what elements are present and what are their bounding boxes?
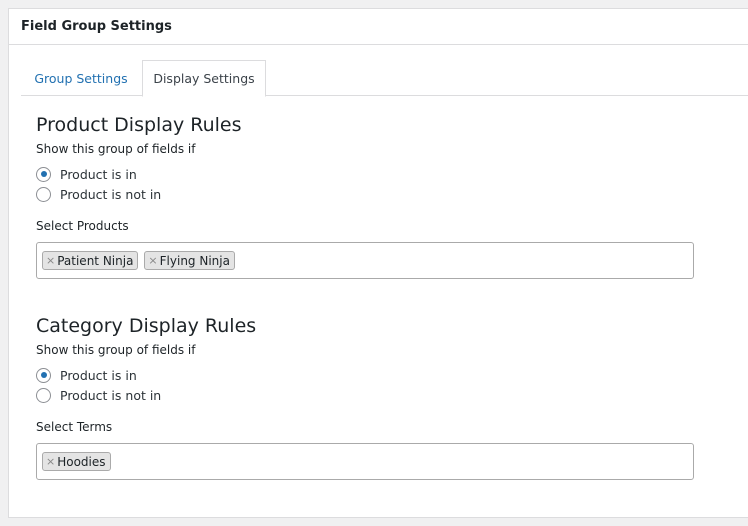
selected-product-chip: × Flying Ninja (144, 251, 235, 270)
selected-term-chip: × Hoodies (42, 452, 111, 471)
remove-chip-icon[interactable]: × (148, 254, 157, 267)
tab-group-settings[interactable]: Group Settings (21, 60, 141, 96)
selected-product-chip: × Patient Ninja (42, 251, 139, 270)
category-display-rules-section: Category Display Rules Show this group o… (36, 315, 736, 480)
product-rules-heading: Product Display Rules (36, 114, 242, 136)
chip-label: Hoodies (57, 454, 106, 469)
product-rules-radio-group: Product is in Product is not in (36, 164, 736, 204)
category-is-in-radio[interactable] (36, 367, 51, 383)
select-terms-label: Select Terms (36, 420, 113, 434)
product-display-rules-section: Product Display Rules Show this group of… (36, 114, 736, 279)
remove-chip-icon[interactable]: × (46, 254, 55, 267)
select-terms-input[interactable]: × Hoodies (36, 443, 694, 480)
category-rules-description: Show this group of fields if (36, 343, 196, 357)
panel-title: Field Group Settings (21, 19, 172, 34)
chip-label: Patient Ninja (57, 253, 134, 268)
product-rules-description: Show this group of fields if (36, 142, 196, 156)
category-is-in-label: Product is in (60, 367, 137, 383)
product-is-in-option[interactable]: Product is in (36, 164, 736, 184)
panel-header: Field Group Settings (9, 9, 748, 45)
category-is-not-in-option[interactable]: Product is not in (36, 385, 736, 405)
select-products-input[interactable]: × Patient Ninja × Flying Ninja (36, 242, 694, 279)
remove-chip-icon[interactable]: × (46, 455, 55, 468)
chip-label: Flying Ninja (159, 253, 230, 268)
product-is-in-radio[interactable] (36, 166, 51, 182)
field-group-settings-panel: Field Group Settings Group Settings Disp… (8, 8, 748, 518)
product-is-in-label: Product is in (60, 166, 137, 182)
settings-tabs: Group Settings Display Settings (21, 60, 748, 97)
category-rules-heading: Category Display Rules (36, 315, 257, 337)
category-is-not-in-label: Product is not in (60, 387, 162, 403)
tab-display-settings[interactable]: Display Settings (142, 60, 266, 97)
product-is-not-in-radio[interactable] (36, 186, 51, 202)
category-is-not-in-radio[interactable] (36, 387, 51, 403)
product-is-not-in-label: Product is not in (60, 186, 162, 202)
product-is-not-in-option[interactable]: Product is not in (36, 184, 736, 204)
category-is-in-option[interactable]: Product is in (36, 365, 736, 385)
category-rules-radio-group: Product is in Product is not in (36, 365, 736, 405)
select-products-label: Select Products (36, 219, 129, 233)
